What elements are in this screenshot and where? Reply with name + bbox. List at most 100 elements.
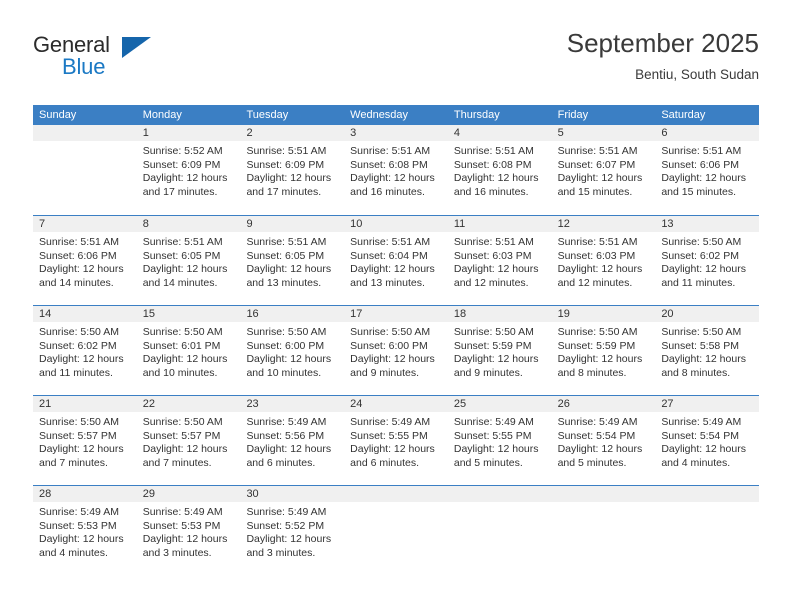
day-detail-lines: Sunrise: 5:50 AM Sunset: 5:58 PM Daylight:… [655, 322, 759, 380]
sunset-text: Sunset: 5:52 PM [246, 519, 325, 532]
calendar-day-cell[interactable]: 22 Sunrise: 5:50 AM Sunset: 5:57 PM Dayligh… [136, 396, 241, 485]
calendar-day-cell[interactable]: 27 Sunrise: 5:49 AM Sunset: 5:54 PM Dayligh… [655, 396, 760, 485]
sunset-text: Sunset: 6:07 PM [557, 158, 636, 171]
calendar-day-cell[interactable]: 5 Sunrise: 5:51 AM Sunset: 6:07 PM Daylight… [551, 125, 656, 215]
sunrise-text: Sunrise: 5:49 AM [557, 416, 638, 428]
calendar-day-cell[interactable]: 4 Sunrise: 5:51 AM Sunset: 6:08 PM Daylight… [447, 125, 552, 215]
daylight-text: and 15 minutes. [661, 185, 737, 198]
day-detail-lines: Sunrise: 5:51 AM Sunset: 6:06 PM Daylight:… [33, 232, 137, 290]
daylight-text: Daylight: 12 hours [350, 443, 435, 456]
generalblue-logo[interactable]: General Blue [33, 32, 163, 84]
day-number: 29 [136, 486, 241, 502]
calendar-day-cell[interactable]: 14 Sunrise: 5:50 AM Sunset: 6:02 PM Dayligh… [33, 306, 137, 395]
day-number [33, 125, 137, 141]
calendar-day-cell[interactable]: 24 Sunrise: 5:49 AM Sunset: 5:55 PM Dayligh… [344, 396, 448, 485]
daylight-text: Daylight: 12 hours [39, 533, 124, 546]
daylight-text: Daylight: 12 hours [142, 443, 228, 456]
sunrise-text: Sunrise: 5:50 AM [142, 416, 223, 428]
sunrise-text: Sunrise: 5:51 AM [39, 236, 119, 248]
calendar-day-cell[interactable]: 9 Sunrise: 5:51 AM Sunset: 6:05 PM Daylight… [240, 216, 345, 305]
daylight-text: and 10 minutes. [142, 366, 218, 379]
sunset-text: Sunset: 6:01 PM [142, 339, 221, 352]
sunset-text: Sunset: 5:57 PM [142, 429, 221, 442]
calendar-day-cell[interactable]: 30 Sunrise: 5:49 AM Sunset: 5:52 PM Dayligh… [240, 486, 345, 575]
day-number: 10 [344, 216, 448, 232]
calendar-day-cell[interactable]: 13 Sunrise: 5:50 AM Sunset: 6:02 PM Dayligh… [655, 216, 760, 305]
day-number: 20 [655, 306, 760, 322]
daylight-text: Daylight: 12 hours [246, 172, 332, 185]
title-block: September 2025 Bentiu, South Sudan [567, 28, 759, 82]
calendar-day-cell-empty [551, 486, 656, 575]
sunset-text: Sunset: 5:55 PM [350, 429, 428, 442]
day-detail-lines: Sunrise: 5:51 AM Sunset: 6:06 PM Daylight:… [655, 141, 759, 199]
calendar-day-cell[interactable]: 21 Sunrise: 5:50 AM Sunset: 5:57 PM Dayligh… [33, 396, 137, 485]
calendar-day-cell-empty [344, 486, 448, 575]
day-number: 3 [344, 125, 448, 141]
calendar-day-cell[interactable]: 29 Sunrise: 5:49 AM Sunset: 5:53 PM Dayligh… [136, 486, 241, 575]
sunset-text: Sunset: 6:02 PM [39, 339, 117, 352]
day-number: 28 [33, 486, 137, 502]
calendar-day-cell[interactable]: 23 Sunrise: 5:49 AM Sunset: 5:56 PM Dayligh… [240, 396, 345, 485]
daylight-text: and 7 minutes. [142, 456, 212, 469]
daylight-text: and 14 minutes. [142, 276, 218, 289]
calendar-day-cell[interactable]: 11 Sunrise: 5:51 AM Sunset: 6:03 PM Dayligh… [447, 216, 552, 305]
daylight-text: Daylight: 12 hours [557, 263, 643, 276]
day-number: 26 [551, 396, 656, 412]
day-number: 2 [240, 125, 345, 141]
sunrise-text: Sunrise: 5:51 AM [557, 145, 638, 157]
daylight-text: and 9 minutes. [453, 366, 523, 379]
day-number: 4 [447, 125, 552, 141]
daylight-text: and 16 minutes. [453, 185, 529, 198]
day-detail-lines: Sunrise: 5:51 AM Sunset: 6:05 PM Daylight:… [240, 232, 344, 290]
calendar-week-row: 28 Sunrise: 5:49 AM Sunset: 5:53 PM Dayligh… [33, 485, 760, 575]
daylight-text: and 17 minutes. [246, 185, 322, 198]
calendar-day-cell[interactable]: 28 Sunrise: 5:49 AM Sunset: 5:53 PM Dayligh… [33, 486, 137, 575]
daylight-text: and 5 minutes. [453, 456, 523, 469]
sunset-text: Sunset: 6:04 PM [350, 249, 428, 262]
day-detail-lines: Sunrise: 5:49 AM Sunset: 5:54 PM Daylight:… [552, 412, 656, 470]
sunset-text: Sunset: 6:08 PM [453, 158, 532, 171]
day-number: 1 [136, 125, 241, 141]
calendar-day-cell[interactable]: 16 Sunrise: 5:50 AM Sunset: 6:00 PM Dayligh… [240, 306, 345, 395]
daylight-text: and 13 minutes. [350, 276, 425, 289]
day-detail-lines: Sunrise: 5:50 AM Sunset: 6:00 PM Daylight:… [344, 322, 448, 380]
sunrise-text: Sunrise: 5:50 AM [246, 326, 327, 338]
day-number [655, 486, 760, 502]
day-detail-lines: Sunrise: 5:49 AM Sunset: 5:53 PM Daylight:… [137, 502, 241, 560]
calendar-day-cell[interactable]: 25 Sunrise: 5:49 AM Sunset: 5:55 PM Dayligh… [447, 396, 552, 485]
calendar-day-cell[interactable]: 6 Sunrise: 5:51 AM Sunset: 6:06 PM Daylight… [655, 125, 760, 215]
daylight-text: and 9 minutes. [350, 366, 420, 379]
sunset-text: Sunset: 6:02 PM [661, 249, 739, 262]
daylight-text: and 16 minutes. [350, 185, 425, 198]
daylight-text: and 10 minutes. [246, 366, 322, 379]
calendar-day-cell[interactable]: 7 Sunrise: 5:51 AM Sunset: 6:06 PM Daylight… [33, 216, 137, 305]
daylight-text: and 4 minutes. [39, 546, 108, 559]
calendar-day-cell[interactable]: 2 Sunrise: 5:51 AM Sunset: 6:09 PM Daylight… [240, 125, 345, 215]
sunrise-text: Sunrise: 5:50 AM [350, 326, 431, 338]
daylight-text: Daylight: 12 hours [142, 353, 228, 366]
sunset-text: Sunset: 5:55 PM [453, 429, 532, 442]
sunset-text: Sunset: 6:08 PM [350, 158, 428, 171]
day-detail-lines: Sunrise: 5:50 AM Sunset: 6:02 PM Daylight:… [33, 322, 137, 380]
calendar-day-cell[interactable]: 20 Sunrise: 5:50 AM Sunset: 5:58 PM Dayligh… [655, 306, 760, 395]
calendar-day-cell[interactable]: 3 Sunrise: 5:51 AM Sunset: 6:08 PM Daylight… [344, 125, 448, 215]
calendar-day-cell[interactable]: 15 Sunrise: 5:50 AM Sunset: 6:01 PM Dayligh… [136, 306, 241, 395]
calendar-day-cell[interactable]: 19 Sunrise: 5:50 AM Sunset: 5:59 PM Dayligh… [551, 306, 656, 395]
day-number [447, 486, 552, 502]
calendar-day-cell[interactable]: 8 Sunrise: 5:51 AM Sunset: 6:05 PM Daylight… [136, 216, 241, 305]
calendar-day-cell[interactable]: 12 Sunrise: 5:51 AM Sunset: 6:03 PM Dayligh… [551, 216, 656, 305]
sunrise-text: Sunrise: 5:49 AM [246, 416, 327, 428]
calendar-day-cell[interactable]: 18 Sunrise: 5:50 AM Sunset: 5:59 PM Dayligh… [447, 306, 552, 395]
daylight-text: and 3 minutes. [142, 546, 212, 559]
day-detail-lines: Sunrise: 5:50 AM Sunset: 5:59 PM Daylight:… [448, 322, 552, 380]
calendar-day-cell[interactable]: 10 Sunrise: 5:51 AM Sunset: 6:04 PM Dayligh… [344, 216, 448, 305]
day-detail-lines: Sunrise: 5:51 AM Sunset: 6:05 PM Daylight:… [137, 232, 241, 290]
calendar-day-cell[interactable]: 17 Sunrise: 5:50 AM Sunset: 6:00 PM Dayligh… [344, 306, 448, 395]
calendar-day-cell[interactable]: 26 Sunrise: 5:49 AM Sunset: 5:54 PM Dayligh… [551, 396, 656, 485]
day-number: 11 [447, 216, 552, 232]
weekday-header-sunday: Sunday [39, 109, 77, 121]
sunrise-text: Sunrise: 5:49 AM [350, 416, 431, 428]
daylight-text: Daylight: 12 hours [246, 263, 332, 276]
sunset-text: Sunset: 6:05 PM [246, 249, 325, 262]
calendar-day-cell[interactable]: 1 Sunrise: 5:52 AM Sunset: 6:09 PM Daylight… [136, 125, 241, 215]
